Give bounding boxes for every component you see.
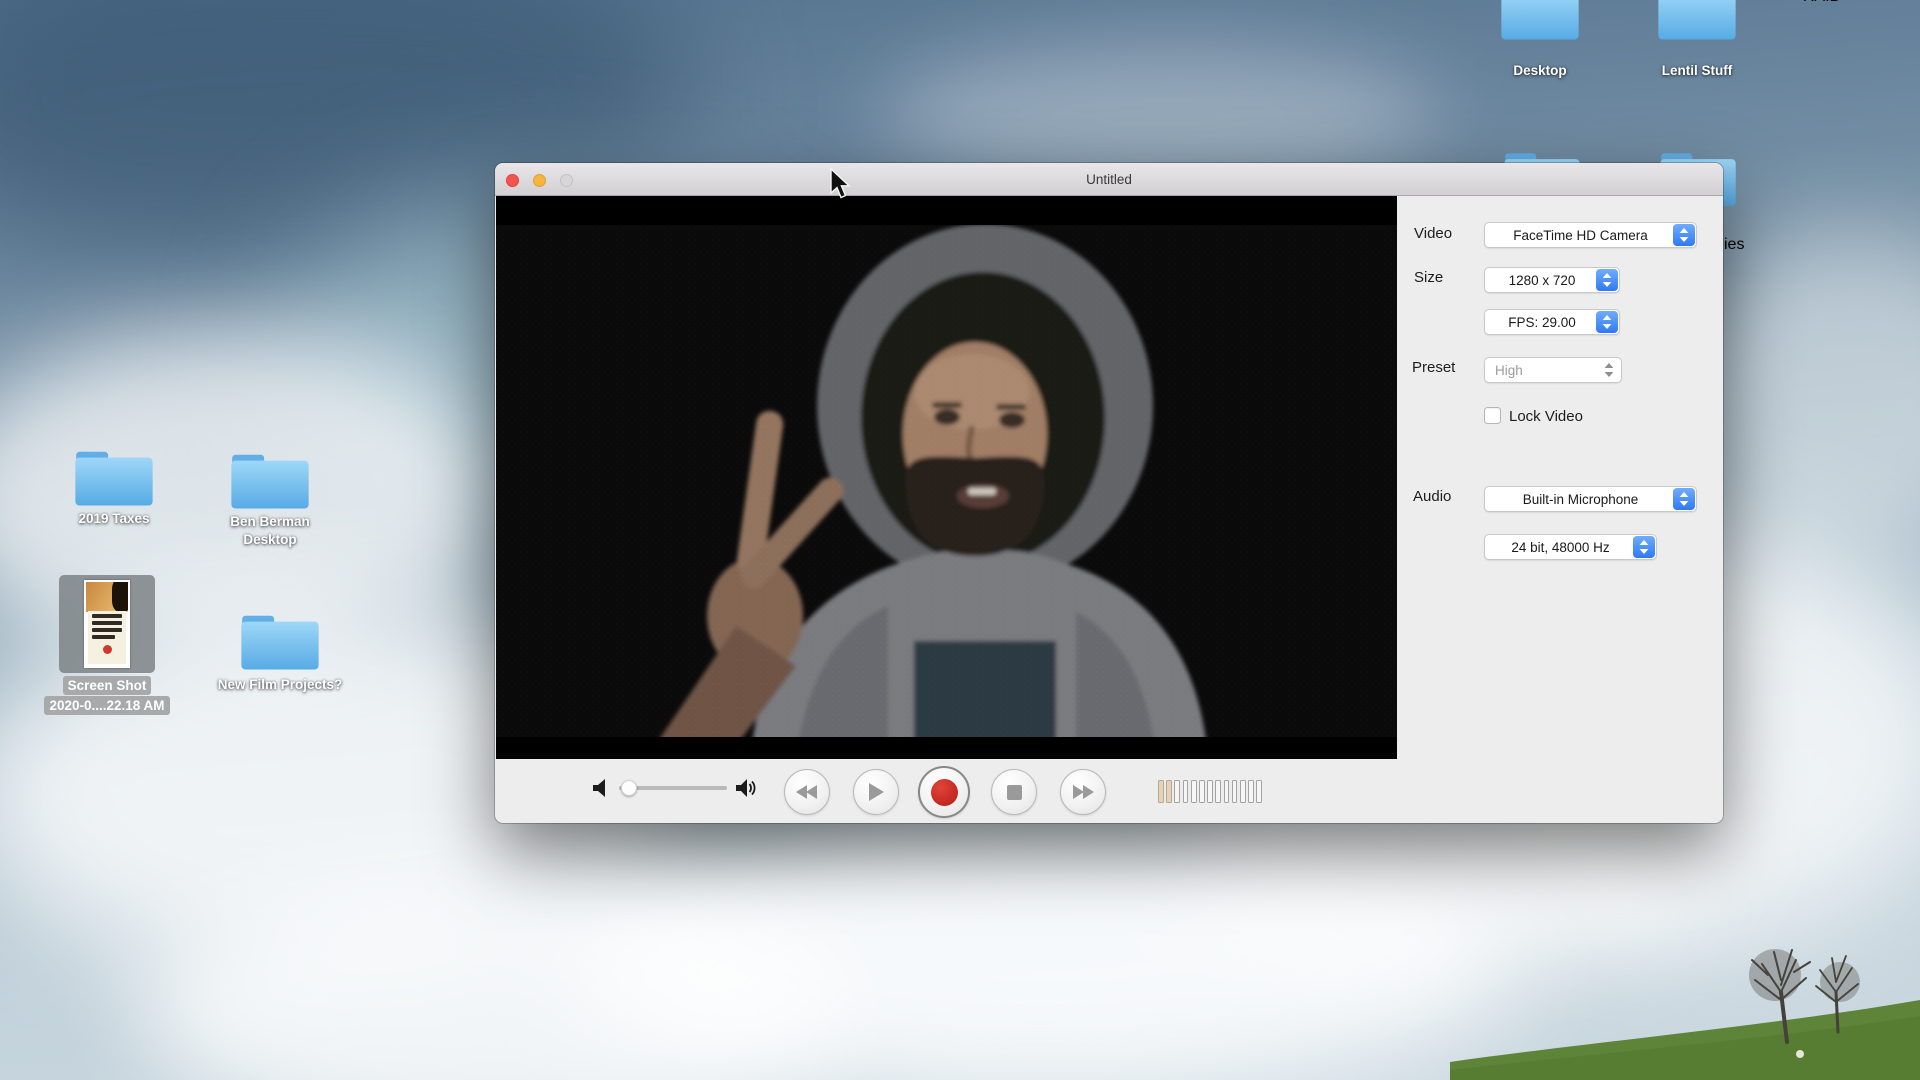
- volume-slider-thumb[interactable]: [621, 780, 637, 796]
- lock-video-checkbox[interactable]: [1484, 407, 1501, 424]
- icon-label-line1: Screen Shot: [63, 676, 152, 695]
- audio-source-value: Built-in Microphone: [1523, 492, 1659, 507]
- icon-label-line2: 2020-0....22.18 AM: [44, 696, 169, 715]
- webcam-frame: [496, 196, 1397, 759]
- desktop-icon-desktop-folder[interactable]: Desktop: [1460, 0, 1620, 80]
- record-badge: [103, 645, 112, 654]
- lock-video-label: Lock Video: [1509, 408, 1583, 425]
- icon-label: Lentil Stuff: [1617, 62, 1777, 80]
- preset-label: Preset: [1412, 359, 1455, 376]
- preset-select: High: [1484, 357, 1622, 383]
- window-title: Untitled: [495, 163, 1723, 196]
- icon-label-line1: Ben Berman: [190, 513, 350, 531]
- icon-label: 2019 Taxes: [34, 510, 194, 528]
- folder-icon: [1655, 0, 1739, 44]
- screenshot-thumbnail: [84, 580, 130, 668]
- rewind-button[interactable]: [784, 769, 830, 815]
- folder-icon: [228, 447, 312, 513]
- folder-icon: [238, 608, 322, 674]
- audio-level-meter: [1158, 780, 1262, 803]
- size-label: Size: [1414, 269, 1443, 286]
- fast-forward-button[interactable]: [1060, 769, 1106, 815]
- desktop-icon-new-film-projects[interactable]: New Film Projects?: [195, 608, 365, 694]
- stepper-icon: [1598, 359, 1620, 381]
- volume-max-icon: [735, 778, 757, 798]
- folder-icon: [72, 444, 156, 510]
- desktop-icon-lentil-stuff[interactable]: Lentil Stuff: [1617, 0, 1777, 80]
- video-preview: [496, 196, 1397, 759]
- folder-icon: [1498, 0, 1582, 44]
- audio-label: Audio: [1413, 488, 1451, 505]
- silhouette: [112, 582, 128, 612]
- desktop-icon-screen-shot[interactable]: Screen Shot 2020-0....22.18 AM: [22, 575, 192, 715]
- fps-select[interactable]: FPS: 29.00: [1484, 309, 1620, 335]
- stop-button[interactable]: [991, 769, 1037, 815]
- play-button[interactable]: [853, 769, 899, 815]
- size-value: 1280 x 720: [1509, 273, 1596, 288]
- meadow-trees: [1450, 930, 1920, 1080]
- icon-label: RAID: [1803, 0, 1841, 5]
- volume-min-icon: [591, 778, 611, 798]
- stepper-icon: [1596, 311, 1618, 333]
- video-label: Video: [1414, 225, 1452, 242]
- desktop-icon-ben-berman-desktop[interactable]: Ben Berman Desktop: [190, 447, 350, 549]
- icon-label: New Film Projects?: [195, 676, 365, 694]
- video-source-value: FaceTime HD Camera: [1513, 228, 1668, 243]
- stepper-icon: [1596, 269, 1618, 291]
- desktop-icon-2019-taxes[interactable]: 2019 Taxes: [34, 444, 194, 528]
- desktop: 2019 Taxes Ben Berman Desktop Screen Sho…: [0, 0, 1920, 1080]
- selection-highlight: [59, 575, 155, 673]
- cloud: [560, 810, 1520, 1080]
- audio-source-select[interactable]: Built-in Microphone: [1484, 486, 1697, 512]
- stepper-icon: [1633, 536, 1655, 558]
- audio-format-value: 24 bit, 48000 Hz: [1511, 540, 1629, 555]
- size-select[interactable]: 1280 x 720: [1484, 267, 1620, 293]
- audio-format-select[interactable]: 24 bit, 48000 Hz: [1484, 534, 1657, 560]
- preset-value: High: [1495, 363, 1549, 378]
- capture-window: Untitled: [495, 163, 1723, 823]
- record-dot-icon: [931, 779, 958, 806]
- stepper-icon: [1673, 488, 1695, 510]
- desktop-icon-raid-label[interactable]: RAID: [1782, 0, 1862, 6]
- partial-folder-label: ies: [1724, 236, 1784, 254]
- video-source-select[interactable]: FaceTime HD Camera: [1484, 222, 1697, 248]
- titlebar[interactable]: Untitled: [495, 163, 1723, 196]
- fps-value: FPS: 29.00: [1508, 315, 1596, 330]
- icon-label: Desktop: [1460, 62, 1620, 80]
- stepper-icon: [1673, 224, 1695, 246]
- cloud: [140, 880, 840, 1080]
- icon-label-line2: Desktop: [190, 531, 350, 549]
- record-button[interactable]: [918, 766, 970, 818]
